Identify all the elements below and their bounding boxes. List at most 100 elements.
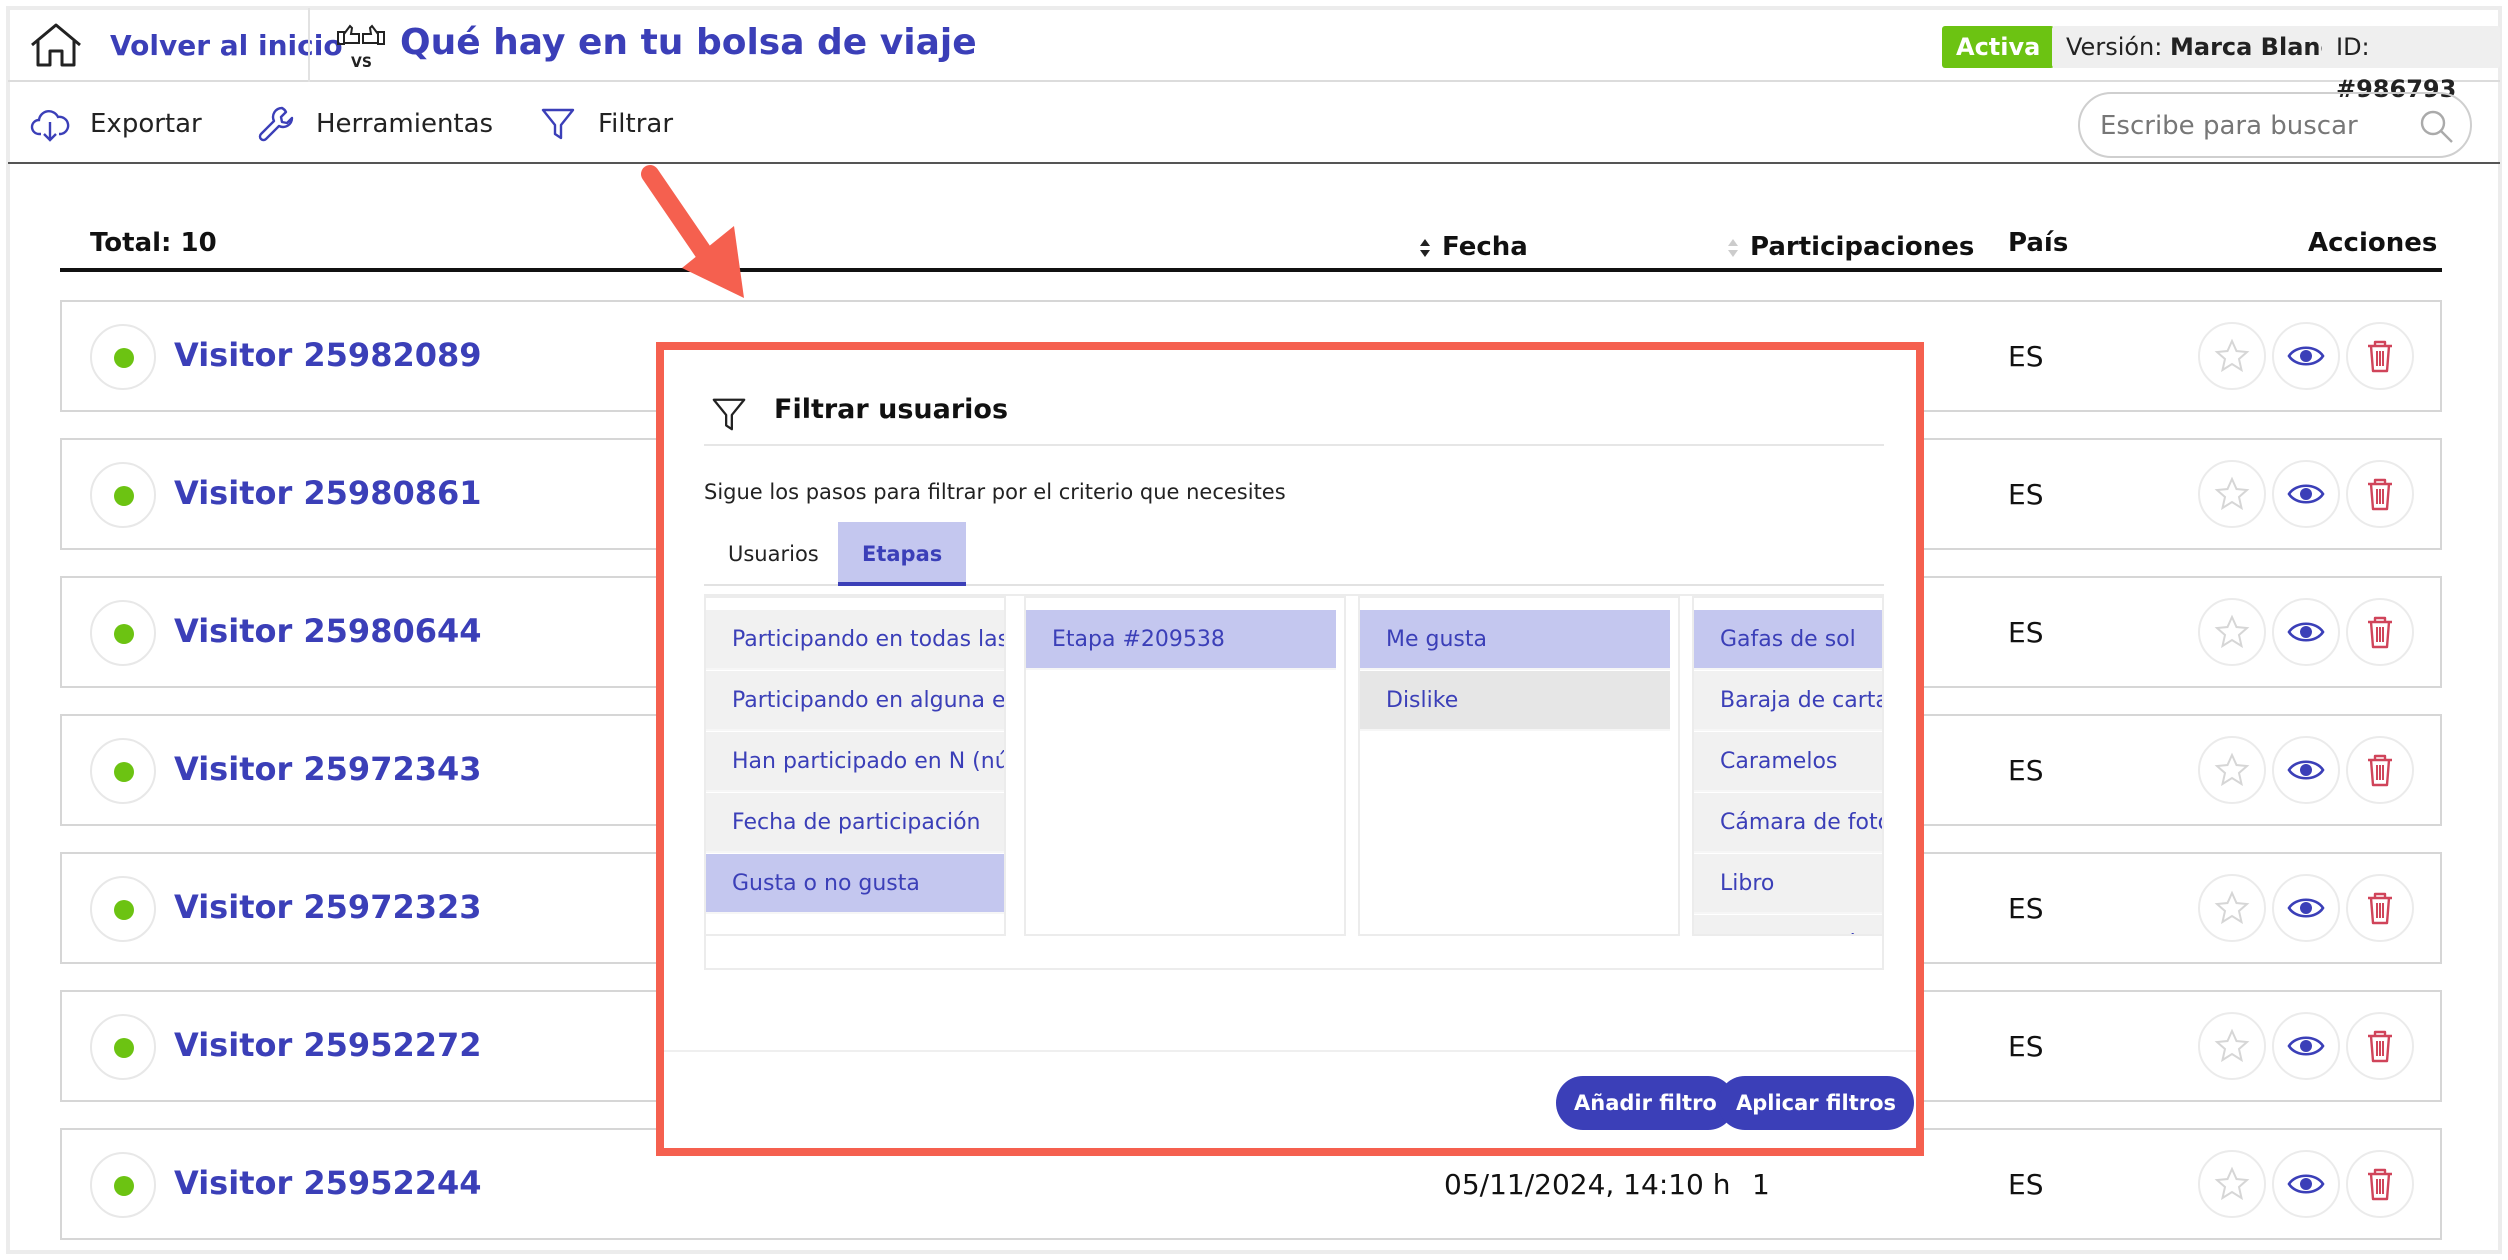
trash-icon <box>2368 754 2392 787</box>
filter-option[interactable]: Baraja de cartas <box>1694 671 1882 731</box>
view-button[interactable] <box>2272 598 2340 666</box>
online-dot <box>114 900 134 920</box>
version-prefix: Versión: <box>2066 33 2163 61</box>
delete-button[interactable] <box>2346 460 2414 528</box>
criteria-column: Participando en todas las etParticipando… <box>706 596 1006 936</box>
online-dot <box>114 624 134 644</box>
row-participations: 1 <box>1752 1168 1770 1201</box>
eye-icon <box>2287 622 2325 642</box>
visitor-name-link[interactable]: Visitor 25980644 <box>174 612 482 650</box>
filter-button[interactable]: Filtrar <box>538 104 673 144</box>
row-country: ES <box>2008 478 2044 511</box>
delete-button[interactable] <box>2346 1150 2414 1218</box>
view-button[interactable] <box>2272 736 2340 804</box>
modal-footer: Añadir filtro Aplicar filtros <box>660 1050 1920 1152</box>
favorite-button[interactable] <box>2198 598 2266 666</box>
favorite-button[interactable] <box>2198 1150 2266 1218</box>
wrench-icon <box>258 106 294 142</box>
visitor-name-link[interactable]: Visitor 25952244 <box>174 1164 482 1202</box>
stage-column: Etapa #209538 <box>1024 596 1346 936</box>
status-indicator <box>90 1014 156 1080</box>
search-input[interactable] <box>2100 106 2400 146</box>
view-button[interactable] <box>2272 1012 2340 1080</box>
visitor-name-link[interactable]: Visitor 25972323 <box>174 888 482 926</box>
status-indicator <box>90 1152 156 1218</box>
view-button[interactable] <box>2272 460 2340 528</box>
export-button[interactable]: Exportar <box>30 104 202 144</box>
eye-icon <box>2287 760 2325 780</box>
favorite-button[interactable] <box>2198 736 2266 804</box>
total-count: Total: 10 <box>90 228 217 258</box>
filter-option[interactable]: Participando en alguna etap <box>706 671 1004 731</box>
tools-label: Herramientas <box>316 109 494 139</box>
eye-icon <box>2287 484 2325 504</box>
filter-option[interactable]: Gusta o no gusta <box>706 854 1004 914</box>
view-button[interactable] <box>2272 1150 2340 1218</box>
filter-option[interactable]: Caramelos <box>1694 732 1882 792</box>
filter-option[interactable]: Cámara de fotos <box>1694 793 1882 853</box>
status-indicator <box>90 876 156 942</box>
version-chip: Versión: Marca Blanca <box>2052 26 2365 68</box>
search-icon[interactable] <box>2416 106 2456 146</box>
delete-button[interactable] <box>2346 874 2414 942</box>
funnel-icon <box>712 398 746 431</box>
filter-option[interactable]: Me gusta <box>1360 610 1670 670</box>
toolbar: Exportar Herramientas Filtrar <box>8 84 2500 164</box>
delete-button[interactable] <box>2346 736 2414 804</box>
delete-button[interactable] <box>2346 598 2414 666</box>
visitor-name-link[interactable]: Visitor 25952272 <box>174 1026 482 1064</box>
status-badge: Activa <box>1942 26 2055 68</box>
modal-title: Filtrar usuarios <box>774 394 1009 425</box>
modal-subtitle: Sigue los pasos para filtrar por el crit… <box>704 480 1286 504</box>
participations-header-label: Participaciones <box>1750 232 1975 262</box>
apply-filters-button[interactable]: Aplicar filtros <box>1718 1076 1915 1130</box>
status-indicator <box>90 324 156 390</box>
online-dot <box>114 348 134 368</box>
star-icon <box>2214 1028 2250 1063</box>
favorite-button[interactable] <box>2198 874 2266 942</box>
tools-button[interactable]: Herramientas <box>256 104 493 144</box>
favorite-button[interactable] <box>2198 322 2266 390</box>
sort-icon <box>1728 238 1738 257</box>
filter-option[interactable]: Fecha de participación <box>706 793 1004 853</box>
eye-icon <box>2287 898 2325 918</box>
online-dot <box>114 1176 134 1196</box>
country-header: País <box>2008 228 2069 258</box>
tab-etapas[interactable]: Etapas <box>838 522 967 586</box>
add-filter-button[interactable]: Añadir filtro <box>1556 1076 1735 1130</box>
sort-date-header[interactable]: Fecha <box>1418 232 1528 262</box>
home-icon <box>31 23 81 67</box>
visitor-name-link[interactable]: Visitor 25982089 <box>174 336 482 374</box>
favorite-button[interactable] <box>2198 1012 2266 1080</box>
top-bar: Volver al inicio VS Qué hay en tu bolsa … <box>8 8 2500 103</box>
delete-button[interactable] <box>2346 322 2414 390</box>
table-header: Total: 10 Fecha Participaciones País Acc… <box>60 220 2442 272</box>
visitor-name-link[interactable]: Visitor 25980861 <box>174 474 482 512</box>
filter-option[interactable]: Libro <box>1694 854 1882 914</box>
star-icon <box>2214 752 2250 787</box>
star-icon <box>2214 338 2250 373</box>
date-header-label: Fecha <box>1442 232 1528 262</box>
filter-columns: Participando en todas las etParticipando… <box>704 594 1884 970</box>
status-indicator <box>90 600 156 666</box>
filter-option[interactable]: Gafas de sol <box>1694 610 1882 670</box>
filter-option[interactable]: Han participado en N (núme <box>706 732 1004 792</box>
actions-header: Acciones <box>2308 228 2438 258</box>
filter-option[interactable]: Dislike <box>1360 671 1670 731</box>
home-button[interactable]: Volver al inicio <box>28 18 343 72</box>
tab-usuarios[interactable]: Usuarios <box>704 522 843 586</box>
sort-participations-header[interactable]: Participaciones <box>1726 232 1974 262</box>
view-button[interactable] <box>2272 322 2340 390</box>
view-button[interactable] <box>2272 874 2340 942</box>
online-dot <box>114 1038 134 1058</box>
favorite-button[interactable] <box>2198 460 2266 528</box>
modal-tabs: Usuarios Etapas <box>704 522 1884 586</box>
filter-option[interactable]: Etapa #209538 <box>1026 610 1336 670</box>
filter-option[interactable]: Participando en todas las et <box>706 610 1004 670</box>
vote-column: Me gusta Dislike <box>1358 596 1680 936</box>
filter-option[interactable]: Libreta de lá <box>1694 915 1882 934</box>
visitor-name-link[interactable]: Visitor 25972343 <box>174 750 482 788</box>
sort-icon <box>1420 238 1430 257</box>
star-icon <box>2214 890 2250 925</box>
delete-button[interactable] <box>2346 1012 2414 1080</box>
